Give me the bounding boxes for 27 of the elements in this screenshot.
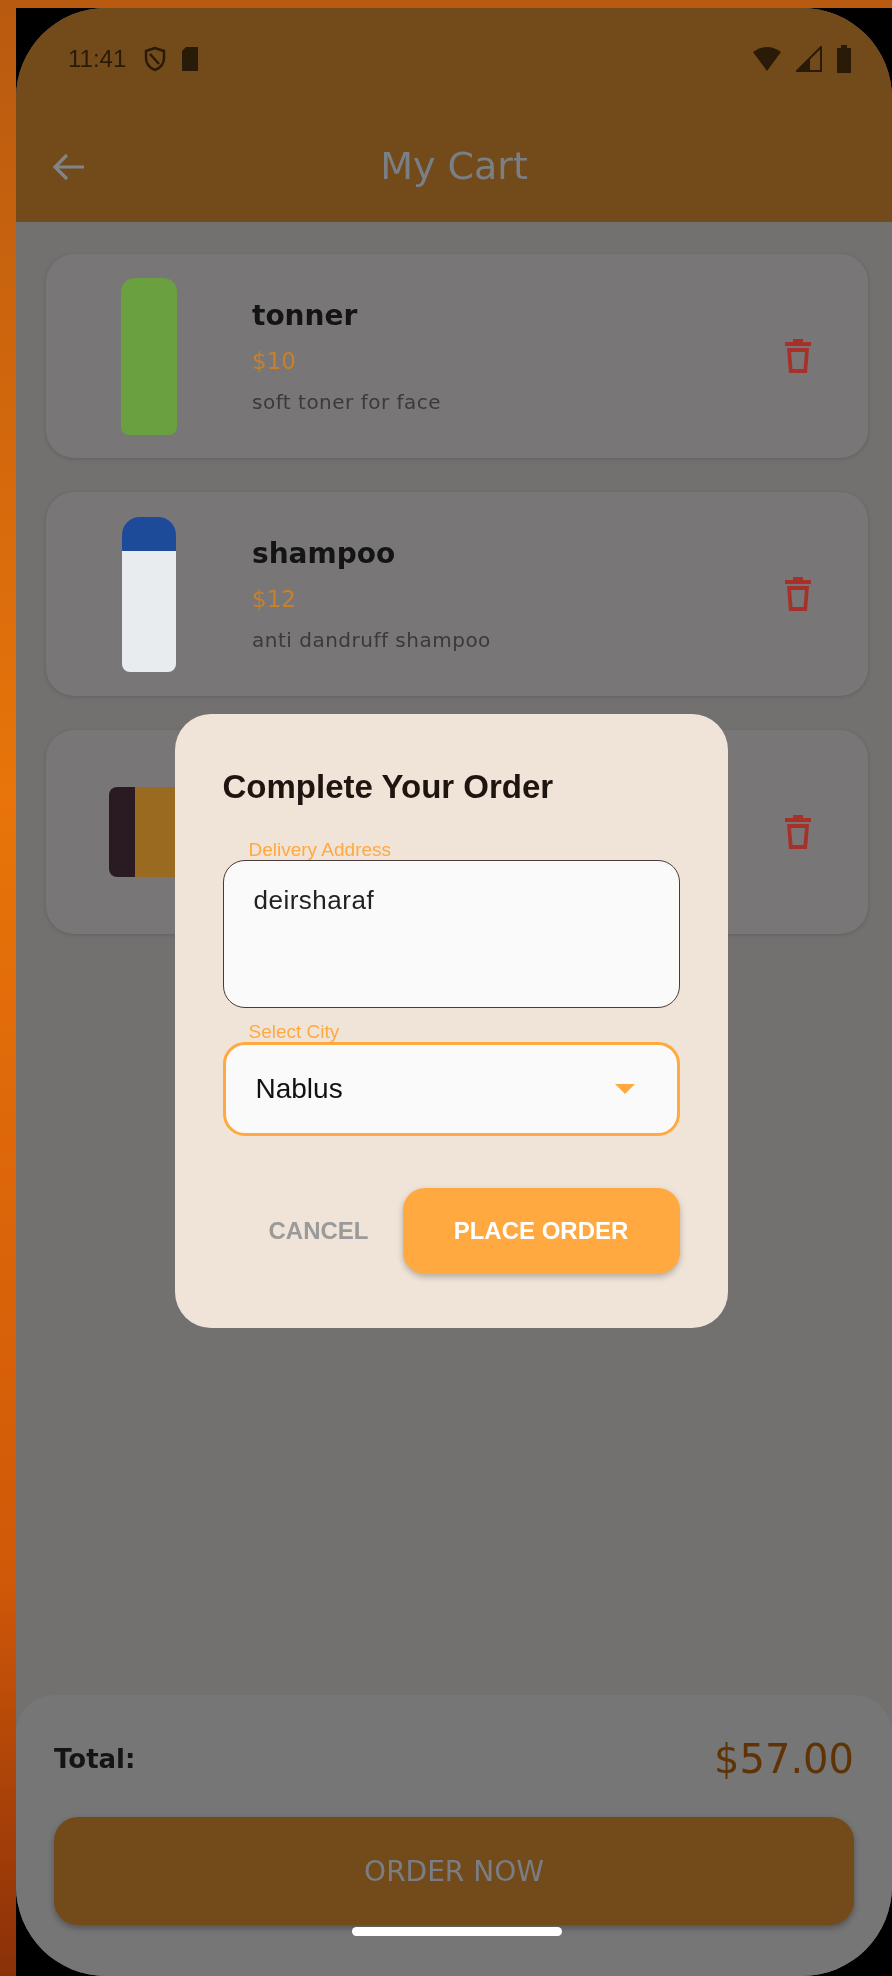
product-name: shampoo: [252, 536, 397, 570]
product-description: soft toner for face: [252, 389, 443, 414]
product-price: $10: [252, 347, 297, 374]
wifi-icon: [752, 46, 782, 72]
delete-icon[interactable]: [784, 814, 812, 850]
total-amount: $57.00: [714, 1736, 854, 1782]
city-dropdown[interactable]: Nablus: [222, 1042, 680, 1136]
shield-icon: [144, 46, 167, 72]
battery-icon: [836, 45, 852, 73]
sd-card-icon: [180, 46, 201, 72]
home-indicator[interactable]: [352, 1927, 562, 1936]
signal-icon: [796, 46, 822, 72]
total-label: Total:: [54, 1744, 136, 1774]
page-title: My Cart: [379, 144, 529, 188]
delete-icon[interactable]: [784, 576, 812, 612]
place-order-button[interactable]: PLACE ORDER: [402, 1188, 680, 1274]
product-description: anti dandruff shampoo: [252, 627, 492, 652]
delete-icon[interactable]: [784, 338, 812, 374]
status-time: 11:41: [68, 45, 127, 73]
order-now-button[interactable]: ORDER NOW: [54, 1817, 854, 1925]
address-field[interactable]: deirsharaf: [222, 860, 680, 1008]
back-arrow-icon[interactable]: [52, 152, 86, 182]
product-name: tonner: [252, 298, 359, 332]
caret-icon: [614, 1084, 635, 1094]
dialog-title: Complete Your Order: [222, 768, 555, 806]
cancel-button[interactable]: CANCEL: [268, 1207, 369, 1255]
product-price: $12: [252, 585, 297, 612]
